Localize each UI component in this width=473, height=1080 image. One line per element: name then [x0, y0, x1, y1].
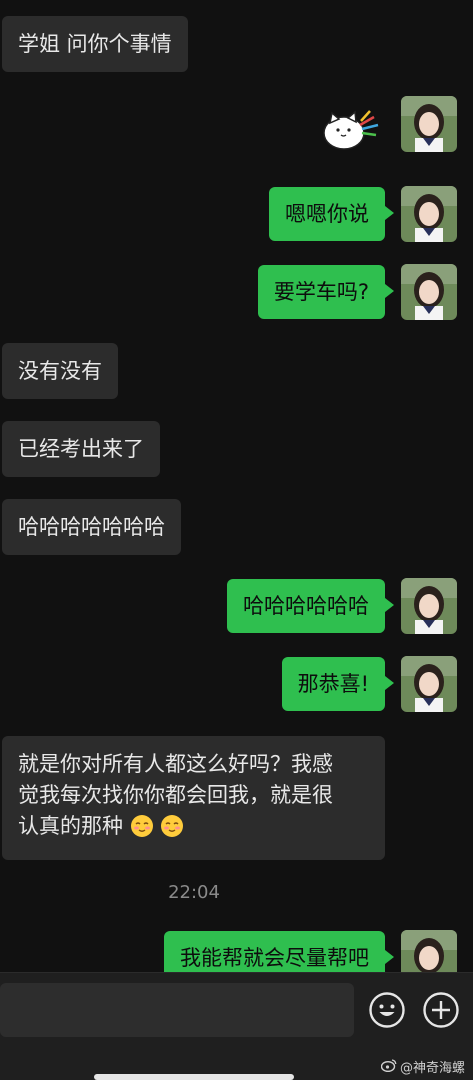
weibo-icon: [380, 1058, 397, 1076]
avatar[interactable]: [401, 656, 457, 712]
message-bubble-outgoing[interactable]: 我能帮就会尽量帮吧: [164, 931, 394, 972]
message-text: 学姐 问你个事情: [18, 32, 172, 56]
message-input[interactable]: [0, 983, 354, 1037]
message-text-line: 认真的那种: [18, 811, 369, 847]
cat-sticker: [323, 110, 379, 150]
message-bubble-incoming[interactable]: 没有没有: [2, 343, 118, 399]
message-bubble-incoming[interactable]: 学姐 问你个事情: [2, 16, 188, 72]
home-indicator[interactable]: [94, 1074, 294, 1080]
message-bubble-outgoing[interactable]: 嗯嗯你说: [269, 187, 394, 241]
chat-area: 学姐 问你个事情 嗯嗯你说 要学车吗? 没有没有 已经考出来了 哈哈哈哈哈哈哈 …: [0, 0, 473, 972]
message-bubble-outgoing[interactable]: 哈哈哈哈哈哈: [227, 579, 394, 633]
message-text: 要学车吗?: [273, 280, 369, 304]
plus-icon[interactable]: [422, 991, 460, 1029]
message-text: 嗯嗯你说: [285, 202, 369, 226]
message-text: 没有没有: [18, 359, 102, 383]
message-text-line: 认真的那种: [18, 814, 123, 838]
message-text: 哈哈哈哈哈哈: [243, 594, 369, 618]
message-bubble-outgoing[interactable]: 要学车吗?: [257, 265, 395, 319]
message-bubble-outgoing[interactable]: 那恭喜!: [281, 657, 395, 711]
message-text: 哈哈哈哈哈哈哈: [18, 515, 165, 539]
avatar[interactable]: [401, 930, 457, 972]
sticker-message[interactable]: [318, 103, 384, 153]
message-timestamp: 22:04: [168, 882, 220, 903]
watermark-text: @神奇海螺: [399, 1061, 465, 1076]
avatar[interactable]: [401, 186, 457, 242]
smiling-blush-emoji-icon: [130, 814, 154, 847]
message-bubble-incoming[interactable]: 就是你对所有人都这么好吗？我感 觉我每次找你你都会回我，就是很 认真的那种: [2, 736, 385, 860]
watermark: @神奇海螺: [380, 1057, 465, 1076]
message-text: 我能帮就会尽量帮吧: [180, 946, 369, 970]
message-text-line: 觉我每次找你你都会回我，就是很: [18, 783, 333, 807]
emoji-icon[interactable]: [368, 991, 406, 1029]
message-text: 已经考出来了: [18, 437, 144, 461]
avatar[interactable]: [401, 264, 457, 320]
avatar[interactable]: [401, 96, 457, 152]
message-bubble-incoming[interactable]: 哈哈哈哈哈哈哈: [2, 499, 181, 555]
message-text-line: 就是你对所有人都这么好吗？我感: [18, 752, 333, 776]
message-bubble-incoming[interactable]: 已经考出来了: [2, 421, 160, 477]
smiling-blush-emoji-icon: [160, 814, 184, 847]
message-text: 那恭喜!: [297, 672, 369, 696]
avatar[interactable]: [401, 578, 457, 634]
